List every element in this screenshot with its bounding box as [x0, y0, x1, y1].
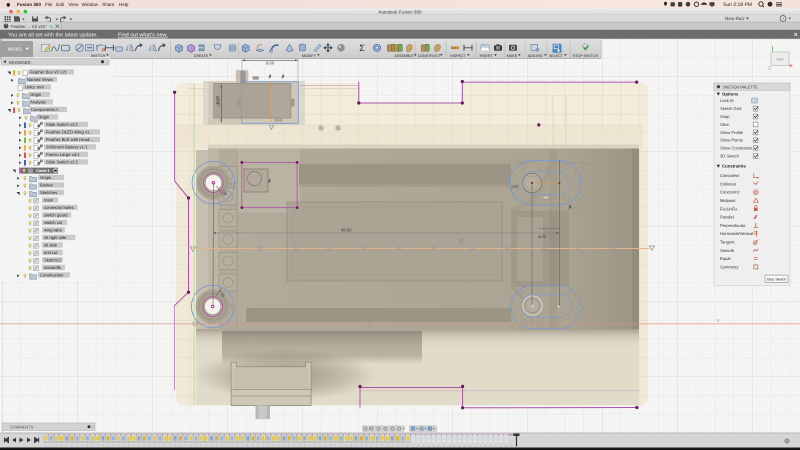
svg-text:Look At: Look At [720, 98, 735, 103]
svg-text:TOP: TOP [776, 58, 784, 62]
svg-text:Construction: Construction [40, 272, 64, 277]
svg-text:MODEL: MODEL [8, 46, 23, 51]
svg-text:Sun 2:19 PM: Sun 2:19 PM [723, 2, 752, 8]
svg-text:INSPECT: INSPECT [450, 54, 466, 58]
svg-text:Edit: Edit [56, 2, 65, 7]
svg-text:Help: Help [119, 2, 129, 7]
svg-text:1.50: 1.50 [511, 185, 518, 189]
svg-text:Horizontal/Vertical: Horizontal/Vertical [720, 231, 753, 236]
svg-text:Feather BLE with Head...: Feather BLE with Head... [46, 137, 93, 142]
svg-text:CONSTRUCT: CONSTRUCT [418, 54, 441, 58]
svg-text:Analysis: Analysis [30, 99, 46, 104]
svg-text:Origin: Origin [30, 92, 42, 97]
svg-text:7L: 7L [366, 323, 370, 327]
svg-text:CREATE: CREATE [194, 54, 209, 58]
svg-text:Feather Box V2 v21: Feather Box V2 v21 [30, 69, 68, 74]
svg-text:Fusion 360: Fusion 360 [17, 2, 41, 7]
svg-text:INSERT: INSERT [479, 54, 493, 58]
svg-text:Slide Switch v2:2: Slide Switch v2:2 [46, 159, 79, 164]
svg-text:Perpendicular: Perpendicular [720, 223, 746, 228]
svg-text:Units: mm: Units: mm [25, 84, 44, 89]
svg-text:Coincident: Coincident [720, 173, 740, 178]
svg-text:switch cut: switch cut [44, 220, 63, 225]
svg-text:Feather OLED Wing v1...: Feather OLED Wing v1... [46, 129, 93, 134]
svg-text:Constraints: Constraints [722, 164, 746, 169]
svg-text:Σ: Σ [359, 43, 365, 53]
svg-text:Case:1: Case:1 [36, 168, 50, 173]
svg-text:Origin: Origin [38, 114, 50, 119]
svg-text:File: File [45, 2, 53, 7]
svg-text:Collinear: Collinear [720, 181, 737, 186]
svg-text:connector holes: connector holes [44, 205, 74, 210]
svg-text:X: X [717, 318, 720, 323]
svg-text:9.00: 9.00 [266, 61, 275, 66]
svg-text:Fix/UnFix: Fix/UnFix [720, 206, 737, 211]
svg-text:New Ruiz: New Ruiz [725, 16, 745, 21]
svg-text:Symmetry: Symmetry [720, 264, 739, 269]
svg-text:You are all set with the lates: You are all set with the latest update. [8, 33, 98, 39]
svg-text:4.00: 4.00 [538, 234, 547, 239]
svg-text:Window: Window [82, 2, 99, 7]
svg-text:Smooth: Smooth [720, 248, 735, 253]
svg-text:⋮: ⋮ [106, 61, 110, 65]
svg-text:slt side: slt side [44, 242, 58, 247]
svg-text:ASSEMBLE: ASSEMBLE [394, 54, 414, 58]
svg-text:Feather ... V2 v21*: Feather ... V2 v21* [11, 24, 47, 29]
svg-text:Show Profile: Show Profile [720, 130, 744, 135]
svg-text:Show Points: Show Points [720, 138, 743, 143]
svg-text:Equal: Equal [720, 256, 731, 261]
svg-text:Bodies: Bodies [40, 182, 53, 187]
svg-text:Named Views: Named Views [27, 77, 53, 82]
svg-text:Options: Options [722, 92, 739, 97]
svg-text:BROWSER: BROWSER [9, 60, 31, 65]
svg-text:Snap: Snap [720, 114, 730, 119]
svg-text:Slide Switch v2:1: Slide Switch v2:1 [46, 122, 79, 127]
svg-text:standoffs: standoffs [44, 265, 61, 270]
svg-text:SELECT: SELECT [549, 54, 564, 58]
svg-text:Stop Sketch: Stop Sketch [767, 277, 787, 281]
svg-text:Midpoint: Midpoint [720, 198, 736, 203]
svg-text:unit cut: unit cut [44, 250, 58, 255]
svg-text:Puerro Large v4:1: Puerro Large v4:1 [46, 152, 80, 157]
svg-text:wing tabs: wing tabs [44, 227, 62, 232]
svg-text:3D Sketch: 3D Sketch [720, 154, 740, 159]
svg-text:Find out what’s new.: Find out what’s new. [118, 33, 168, 39]
svg-text:Origin: Origin [40, 175, 52, 180]
svg-text:slt right side: slt right side [44, 235, 67, 240]
svg-text:Sketch Grid: Sketch Grid [720, 106, 742, 111]
svg-text:2000mAh Battery v1:1: 2000mAh Battery v1:1 [46, 144, 88, 149]
svg-text:Concentric: Concentric [720, 190, 740, 195]
svg-text:Autodesk Fusion 360: Autodesk Fusion 360 [378, 10, 422, 15]
svg-text:STOP SKETCH: STOP SKETCH [573, 54, 599, 58]
svg-text:6.00: 6.00 [215, 95, 220, 104]
svg-text:COMMENTS: COMMENTS [10, 425, 34, 430]
svg-text:Show Constraints: Show Constraints [720, 146, 752, 151]
svg-text:Components:1: Components:1 [31, 107, 59, 112]
svg-text:main: main [44, 197, 54, 202]
svg-text:Slice: Slice [720, 122, 730, 127]
svg-text:View: View [68, 2, 79, 7]
svg-text:SKETCH PALETTE: SKETCH PALETTE [723, 85, 758, 90]
svg-text:Parallel: Parallel [720, 215, 734, 220]
svg-text:ADD-INS: ADD-INS [528, 54, 543, 58]
svg-text:Share: Share [102, 2, 115, 7]
svg-text:Sketch12: Sketch12 [44, 257, 62, 262]
svg-text:MAKE: MAKE [507, 54, 518, 58]
svg-text:switch guard: switch guard [44, 212, 68, 217]
svg-text:Tangent: Tangent [720, 240, 735, 245]
svg-text:MODIFY: MODIFY [302, 54, 317, 58]
svg-text:45.60: 45.60 [341, 228, 352, 233]
svg-text:Sketches: Sketches [40, 190, 57, 195]
